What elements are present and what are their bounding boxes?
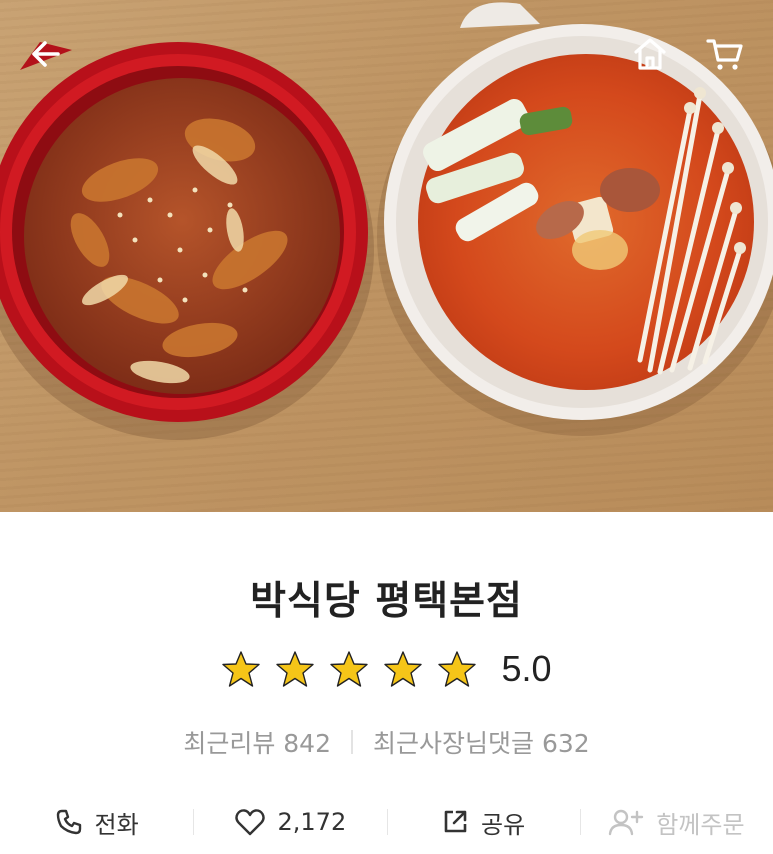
- owner-reply-link[interactable]: 최근사장님댓글 632: [373, 724, 590, 760]
- call-label: 전화: [94, 810, 139, 839]
- cart-icon: [706, 39, 743, 70]
- store-hero-image: [0, 0, 773, 512]
- arrow-left-icon: [32, 41, 60, 67]
- star-icon: [438, 651, 477, 687]
- star-icon: [222, 651, 261, 687]
- star-icon: [384, 651, 423, 687]
- divider: [351, 730, 353, 754]
- home-icon: [634, 38, 666, 70]
- recent-review-link[interactable]: 최근리뷰 842: [183, 724, 331, 760]
- rating-row: 5.0: [0, 648, 773, 690]
- owner-reply-label: 최근사장님댓글: [373, 729, 535, 758]
- back-button[interactable]: [24, 32, 68, 76]
- call-button[interactable]: 전화: [0, 805, 193, 840]
- food-photo: [0, 2, 773, 440]
- group-order-label: 함께주문: [656, 810, 745, 839]
- share-button[interactable]: 공유: [386, 805, 580, 840]
- share-label: 공유: [481, 810, 526, 839]
- heart-icon: [234, 809, 265, 836]
- share-icon: [444, 810, 467, 833]
- store-info-panel: 박식당 평택본점 5.0 최근리뷰 842 최근사장님댓글 632 전화 2,1…: [0, 512, 773, 854]
- store-name: 박식당 평택본점: [250, 579, 523, 624]
- star-icon: [276, 651, 315, 687]
- review-counts: 최근리뷰 842 최근사장님댓글 632: [0, 724, 773, 760]
- group-order-button[interactable]: 함께주문: [579, 805, 773, 840]
- star-icon: [330, 651, 369, 687]
- action-bar: 전화 2,172 공유 함께주문: [0, 792, 773, 852]
- like-count: 2,172: [277, 808, 347, 836]
- home-button[interactable]: [628, 32, 672, 76]
- add-person-icon: [609, 809, 644, 836]
- recent-review-label: 최근리뷰: [183, 729, 276, 758]
- phone-icon: [56, 809, 81, 835]
- cart-button[interactable]: [703, 32, 747, 76]
- rating-value: 5.0: [501, 648, 552, 689]
- recent-review-count: 842: [283, 729, 331, 758]
- owner-reply-count: 632: [541, 729, 590, 758]
- like-button[interactable]: 2,172: [193, 807, 386, 837]
